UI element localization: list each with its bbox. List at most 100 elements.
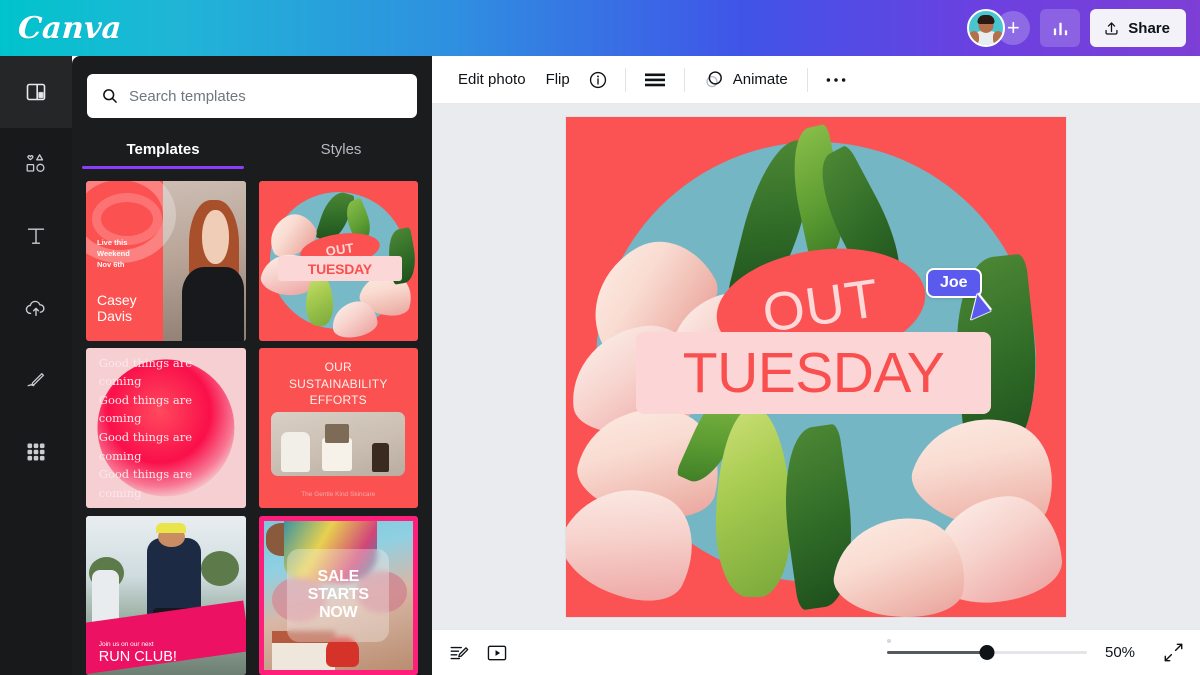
- canvas-word-bottom[interactable]: TUESDAY: [636, 331, 991, 414]
- notes-button[interactable]: [448, 642, 470, 664]
- zoom-value: 50%: [1105, 644, 1136, 661]
- title-line-3: EFFORTS: [309, 392, 367, 407]
- sidebar-item-draw[interactable]: [0, 344, 72, 416]
- more-horizontal-icon: [826, 77, 846, 82]
- title-line-2: SUSTAINABILITY: [288, 376, 388, 391]
- template-card-sustainability[interactable]: OUR SUSTAINABILITY EFFORTS The Gentle Ki…: [258, 348, 418, 508]
- cloud-upload-icon: [25, 300, 45, 317]
- sidebar-item-uploads[interactable]: [0, 272, 72, 344]
- avatar[interactable]: [967, 9, 1006, 47]
- search-wrap: [72, 56, 432, 118]
- tab-templates[interactable]: Templates: [74, 132, 252, 169]
- flip-button[interactable]: Flip: [536, 65, 580, 94]
- photo-face: [202, 209, 229, 264]
- canva-editor: Canva + Share Search templates Templates…: [0, 0, 1200, 675]
- line-2: Good things are coming: [98, 392, 193, 426]
- upload-icon: [1105, 21, 1118, 35]
- line-4: Good things are coming: [98, 467, 193, 500]
- toolbar-divider: [683, 67, 685, 92]
- toolbar-divider: [806, 67, 808, 92]
- slider-fill: [887, 651, 987, 654]
- info-button[interactable]: [580, 64, 616, 96]
- glass-panel: SALE STARTS NOW: [287, 548, 390, 642]
- template-card-run-club[interactable]: Join us on our next RUN CLUB!: [86, 515, 246, 675]
- expand-icon: [1164, 643, 1183, 662]
- dropper-shape: [371, 442, 390, 473]
- share-label: Share: [1128, 19, 1170, 37]
- template-caption: The Gentle Kind Skincare: [301, 491, 376, 499]
- design-canvas[interactable]: OUT TUESDAY: [566, 116, 1066, 617]
- search-icon: [103, 89, 117, 103]
- zoom-slider[interactable]: [887, 638, 1087, 661]
- left-rail: [0, 56, 72, 675]
- sidebar-item-elements[interactable]: [0, 128, 72, 200]
- bottom-right-controls: 50%: [887, 638, 1184, 663]
- avatar-arm-left: [969, 31, 980, 45]
- sidebar-item-text[interactable]: [0, 200, 72, 272]
- template-card-sale-starts-now[interactable]: SALE STARTS NOW: [258, 515, 418, 675]
- fullscreen-button[interactable]: [1163, 642, 1184, 663]
- search-input[interactable]: [129, 87, 403, 105]
- present-button[interactable]: [486, 643, 508, 663]
- text-t-icon: [27, 228, 45, 244]
- tree-shape: [200, 550, 240, 586]
- sale-line-3: NOW: [319, 604, 358, 622]
- product-photo: [271, 412, 406, 476]
- template-kicker: Live this Weekend Nov 6th: [97, 238, 130, 271]
- position-button[interactable]: [635, 65, 675, 95]
- template-card-good-things[interactable]: Good things are coming Good things are c…: [86, 348, 246, 508]
- notes-pencil-icon: [450, 646, 469, 659]
- info-circle-icon: [589, 71, 606, 88]
- kicker-date: Nov 6th: [97, 259, 125, 269]
- tuesday-text: TUESDAY: [682, 340, 945, 405]
- template-name: Casey Davis: [97, 292, 137, 324]
- line-3: Good things are coming: [98, 430, 193, 463]
- template-kicker: Join us on our next: [98, 640, 154, 648]
- canvas-area[interactable]: OUT TUESDAY Joe: [432, 104, 1200, 629]
- kicker-line-1: Live this: [97, 238, 128, 247]
- template-headline: RUN CLUB!: [98, 649, 177, 666]
- template-photo: [162, 181, 246, 341]
- line-1: Good things are coming: [98, 355, 193, 389]
- editor-area: Edit photo Flip Animate OUT TUESDAY Joe …: [432, 56, 1200, 675]
- search-box[interactable]: [87, 74, 417, 118]
- sidebar-item-design[interactable]: [0, 56, 72, 128]
- bottom-bar: 50%: [432, 629, 1200, 675]
- more-options-button[interactable]: [817, 70, 855, 90]
- avatar-arm-right: [993, 31, 1004, 45]
- sale-line-1: SALE: [317, 568, 359, 586]
- name-line-2: Davis: [97, 308, 133, 325]
- edit-photo-button[interactable]: Edit photo: [448, 65, 536, 94]
- header-actions: + Share: [967, 9, 1186, 47]
- animate-label: Animate: [732, 71, 788, 88]
- app-body: Templates Styles Live this Weekend No: [0, 56, 1200, 675]
- template-card-out-tuesday[interactable]: OUT TUESDAY: [258, 181, 418, 341]
- name-line-1: Casey: [97, 292, 137, 309]
- scene-background: SALE STARTS NOW: [263, 520, 413, 670]
- share-button[interactable]: Share: [1090, 9, 1186, 47]
- photo-torso: [182, 267, 244, 341]
- template-card-casey-davis[interactable]: Live this Weekend Nov 6th Casey Davis: [86, 181, 246, 341]
- sale-line-2: STARTS: [307, 586, 369, 604]
- app-header: Canva + Share: [0, 0, 1200, 56]
- avatar-group: +: [967, 9, 1031, 47]
- panel-tabs: Templates Styles: [72, 132, 432, 169]
- runner-cap: [156, 523, 187, 534]
- tab-styles[interactable]: Styles: [252, 132, 430, 169]
- template-grid: Live this Weekend Nov 6th Casey Davis OU…: [72, 169, 432, 675]
- insights-button[interactable]: [1040, 9, 1081, 47]
- layout-panel-icon: [26, 83, 46, 101]
- pen-icon: [27, 373, 45, 387]
- grid-apps-icon: [27, 443, 45, 461]
- toolbar-divider: [624, 67, 626, 92]
- kicker-line-2: Weekend: [97, 248, 130, 258]
- template-word-bottom: TUESDAY: [277, 255, 403, 282]
- animate-button[interactable]: Animate: [694, 63, 798, 96]
- sidebar-item-apps[interactable]: [0, 416, 72, 488]
- bottle-shape: [280, 432, 311, 473]
- slider-thumb[interactable]: [979, 645, 995, 660]
- shoe-shape: [326, 637, 360, 668]
- title-line-1: OUR: [324, 360, 352, 375]
- shapes-icon: [26, 154, 45, 172]
- canva-logo[interactable]: Canva: [17, 11, 123, 46]
